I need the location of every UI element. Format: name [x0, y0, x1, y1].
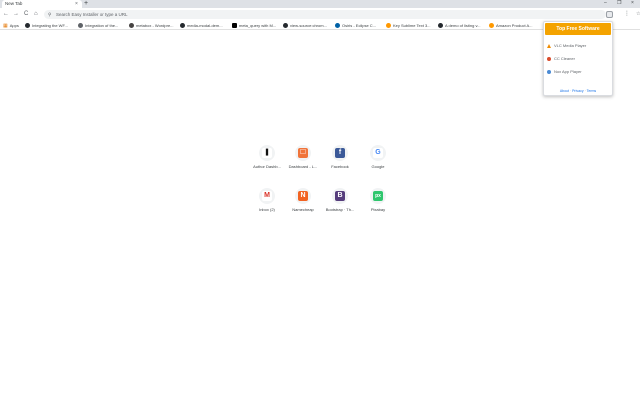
shortcut-icon-bg: ☐ [295, 145, 311, 161]
bookmark-item[interactable]: Osiris - Eclipse C... [335, 21, 376, 30]
shortcut-label: Namecheap [292, 207, 314, 212]
shortcut-label: Facebook [331, 164, 349, 169]
close-window-button[interactable]: × [631, 0, 634, 7]
address-placeholder: Search Easy Installer or type a URL [56, 12, 128, 17]
vlc-icon [547, 43, 551, 48]
shortcut-label: Google [371, 164, 385, 169]
bookmark-item[interactable]: metabox - Wordpre... [129, 21, 174, 30]
extension-popup: Top Free Software VLC Media Player CC Cl… [543, 21, 613, 96]
shortcut-label: Inbox (2) [259, 207, 275, 212]
popup-item-vlc[interactable]: VLC Media Player [547, 42, 586, 49]
shortcut-icon-bg: G [370, 145, 386, 161]
so-icon [78, 23, 83, 28]
shortcut-label: Bootstrap · Th... [325, 207, 355, 212]
github-icon [283, 23, 288, 28]
bookmark-apps[interactable]: ▦ Apps [3, 21, 19, 30]
new-tab-button[interactable]: + [84, 0, 88, 7]
shortcut-tile[interactable]: M Inbox (2) [248, 188, 286, 228]
popup-title: Top Free Software [545, 23, 611, 35]
shortcut-icon-bg: B [332, 188, 348, 204]
home-button[interactable]: ⌂ [34, 9, 38, 20]
namecheap-icon: N [298, 191, 308, 201]
amazon-icon [489, 23, 494, 28]
globe-icon [335, 23, 340, 28]
google-icon: G [373, 148, 383, 158]
tab-close-icon[interactable]: × [75, 0, 78, 8]
shortcut-tile[interactable]: px Pixabay [359, 188, 397, 228]
shortcut-tile[interactable]: N Namecheap [284, 188, 322, 228]
popup-item-nox[interactable]: Nox App Player [547, 68, 582, 75]
extension-icon[interactable] [606, 11, 613, 18]
back-button[interactable]: ← [3, 9, 9, 20]
author-dashboard-icon: ❚ [262, 148, 272, 158]
wordpress-icon [129, 23, 134, 28]
maximize-button[interactable]: ❐ [617, 0, 621, 7]
bookmark-star-icon[interactable]: ☆ [636, 10, 640, 19]
pixabay-icon: px [373, 191, 383, 201]
bookmark-item[interactable]: view-source:chrom... [283, 21, 327, 30]
github-icon [180, 23, 185, 28]
bookmark-item[interactable]: Amazon Product A... [489, 21, 532, 30]
gmail-icon: M [262, 191, 272, 201]
shortcut-tile[interactable]: ❚ Author Dashb... [248, 145, 286, 185]
bookmark-item[interactable]: A demo of listing v... [438, 21, 481, 30]
ccleaner-icon [547, 56, 551, 61]
nox-icon [547, 69, 551, 74]
apps-icon: ▦ [3, 23, 8, 29]
bootstrap-icon: B [335, 191, 345, 201]
search-icon: ⚲ [48, 12, 52, 17]
bookmark-item[interactable]: Key Sublime Text 3... [386, 21, 431, 30]
github-icon [25, 23, 30, 28]
forward-button[interactable]: → [13, 9, 19, 20]
bookmark-item[interactable]: Integrating the WF... [25, 21, 68, 30]
square-icon [232, 23, 237, 28]
shortcut-icon-bg: ❚ [259, 145, 275, 161]
bookmark-item[interactable]: Integration of the... [78, 21, 118, 30]
shortcut-tile[interactable]: f Facebook [321, 145, 359, 185]
shortcut-tile[interactable]: G Google [359, 145, 397, 185]
shortcut-label: Pixabay [370, 207, 386, 212]
tab-strip [0, 0, 640, 8]
tab-title: New Tab [5, 1, 23, 6]
bookmark-item[interactable]: media-modal-dem... [180, 21, 223, 30]
reload-button[interactable]: C [24, 9, 28, 20]
shortcut-icon-bg: px [370, 188, 386, 204]
sublime-icon [386, 23, 391, 28]
shortcut-label: Dashboard - L... [288, 164, 318, 169]
github-icon [438, 23, 443, 28]
shortcut-icon-bg: N [295, 188, 311, 204]
tab-new-tab[interactable]: New Tab × [2, 0, 82, 8]
facebook-icon: f [335, 148, 345, 158]
shortcut-tile[interactable]: B Bootstrap · Th... [321, 188, 359, 228]
dashboard-icon: ☐ [298, 148, 308, 158]
menu-icon[interactable]: ⋮ [624, 9, 630, 20]
minimize-button[interactable]: – [604, 0, 607, 7]
privacy-link[interactable]: Privacy [572, 89, 583, 93]
shortcut-icon-bg: f [332, 145, 348, 161]
terms-link[interactable]: Terms [587, 89, 597, 93]
popup-item-ccleaner[interactable]: CC Cleaner [547, 55, 575, 62]
address-bar[interactable]: ⚲ Search Easy Installer or type a URL ☆ [44, 10, 640, 19]
popup-footer: About · Privacy · Terms [559, 89, 597, 93]
shortcut-label: Author Dashb... [253, 164, 281, 169]
shortcut-icon-bg: M [259, 188, 275, 204]
about-link[interactable]: About [560, 89, 569, 93]
shortcut-tile[interactable]: ☐ Dashboard - L... [284, 145, 322, 185]
bookmark-item[interactable]: meta_query with M... [232, 21, 276, 30]
